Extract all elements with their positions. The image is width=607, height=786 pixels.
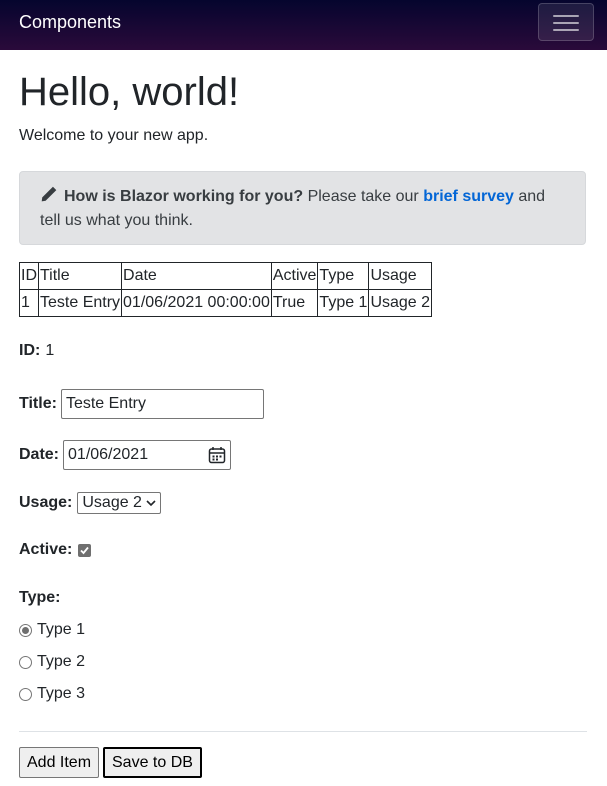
type-label: Type: xyxy=(19,589,61,606)
table-cell-title: Teste Entry xyxy=(37,289,123,317)
table-header-id: ID xyxy=(19,262,39,290)
page-title: Hello, world! xyxy=(19,70,240,114)
survey-link[interactable]: brief survey xyxy=(423,188,514,205)
usage-label: Usage: xyxy=(19,494,73,511)
active-checkbox[interactable] xyxy=(78,543,92,557)
id-label: ID: xyxy=(19,342,41,359)
navbar-brand[interactable]: Components xyxy=(19,12,121,33)
active-label: Active: xyxy=(19,541,73,558)
type-1-label[interactable]: Type 1 xyxy=(37,621,85,639)
table-cell-active: True xyxy=(270,289,319,317)
hamburger-menu-icon-bar xyxy=(553,29,579,31)
table-header-type: Type xyxy=(317,262,370,290)
table-row: 1 Teste Entry 01/06/2021 00:00:00 True T… xyxy=(19,289,433,317)
title-row: Title: xyxy=(19,389,264,419)
table-header-date: Date xyxy=(121,262,272,290)
usage-selected-value: Usage 2 xyxy=(82,494,142,511)
survey-prompt: How is Blazor working for you? Please ta… xyxy=(19,171,586,245)
hamburger-menu-icon-bar xyxy=(553,22,579,24)
type-3-label[interactable]: Type 3 xyxy=(37,685,85,703)
type-1-radio[interactable] xyxy=(19,623,32,637)
type-label-row: Type: xyxy=(19,589,60,607)
date-input[interactable]: 01/06/2021 xyxy=(63,440,232,470)
type-2-label[interactable]: Type 2 xyxy=(37,653,85,671)
table-cell-date: 01/06/2021 00:00:00 xyxy=(121,289,272,317)
id-value: 1 xyxy=(45,342,55,359)
navbar-toggle-button[interactable] xyxy=(538,3,594,41)
table-header-row: ID Title Date Active Type Usage xyxy=(19,262,433,290)
type-3-radio[interactable] xyxy=(19,687,32,701)
table-header-active: Active xyxy=(270,262,319,290)
type-option-1[interactable]: Type 1 xyxy=(19,621,85,639)
table-cell-id: 1 xyxy=(19,289,39,317)
pencil-icon xyxy=(41,186,57,202)
type-option-3[interactable]: Type 3 xyxy=(19,685,85,703)
checkmark-icon xyxy=(80,546,90,554)
save-to-db-button[interactable]: Save to DB xyxy=(103,747,202,778)
add-item-button[interactable]: Add Item xyxy=(19,747,100,778)
divider xyxy=(19,731,587,732)
type-option-2[interactable]: Type 2 xyxy=(19,653,85,671)
hamburger-menu-icon xyxy=(553,15,579,17)
usage-row: Usage: Usage 2 xyxy=(19,492,161,514)
date-value: 01/06/2021 xyxy=(68,446,149,463)
active-row: Active: xyxy=(19,541,92,559)
date-row: Date: 01/06/2021 xyxy=(19,440,232,470)
chevron-down-icon xyxy=(146,500,156,507)
id-row: ID: 1 xyxy=(19,342,54,360)
table-header-usage: Usage xyxy=(368,262,433,290)
title-input[interactable] xyxy=(60,389,264,419)
welcome-text: Welcome to your new app. xyxy=(19,127,209,144)
entries-table: ID Title Date Active Type Usage 1 Teste … xyxy=(19,262,433,317)
calendar-icon[interactable] xyxy=(208,446,226,464)
date-label: Date: xyxy=(19,446,60,463)
table-header-title: Title xyxy=(37,262,123,290)
table-cell-usage: Usage 2 xyxy=(368,289,433,317)
type-2-radio[interactable] xyxy=(19,655,32,669)
top-navbar: Components xyxy=(0,0,607,50)
usage-select[interactable]: Usage 2 xyxy=(77,492,161,514)
survey-text-before: Please take our xyxy=(303,188,424,205)
table-cell-type: Type 1 xyxy=(317,289,370,317)
survey-question: How is Blazor working for you? xyxy=(64,188,304,205)
title-label: Title: xyxy=(19,395,57,412)
